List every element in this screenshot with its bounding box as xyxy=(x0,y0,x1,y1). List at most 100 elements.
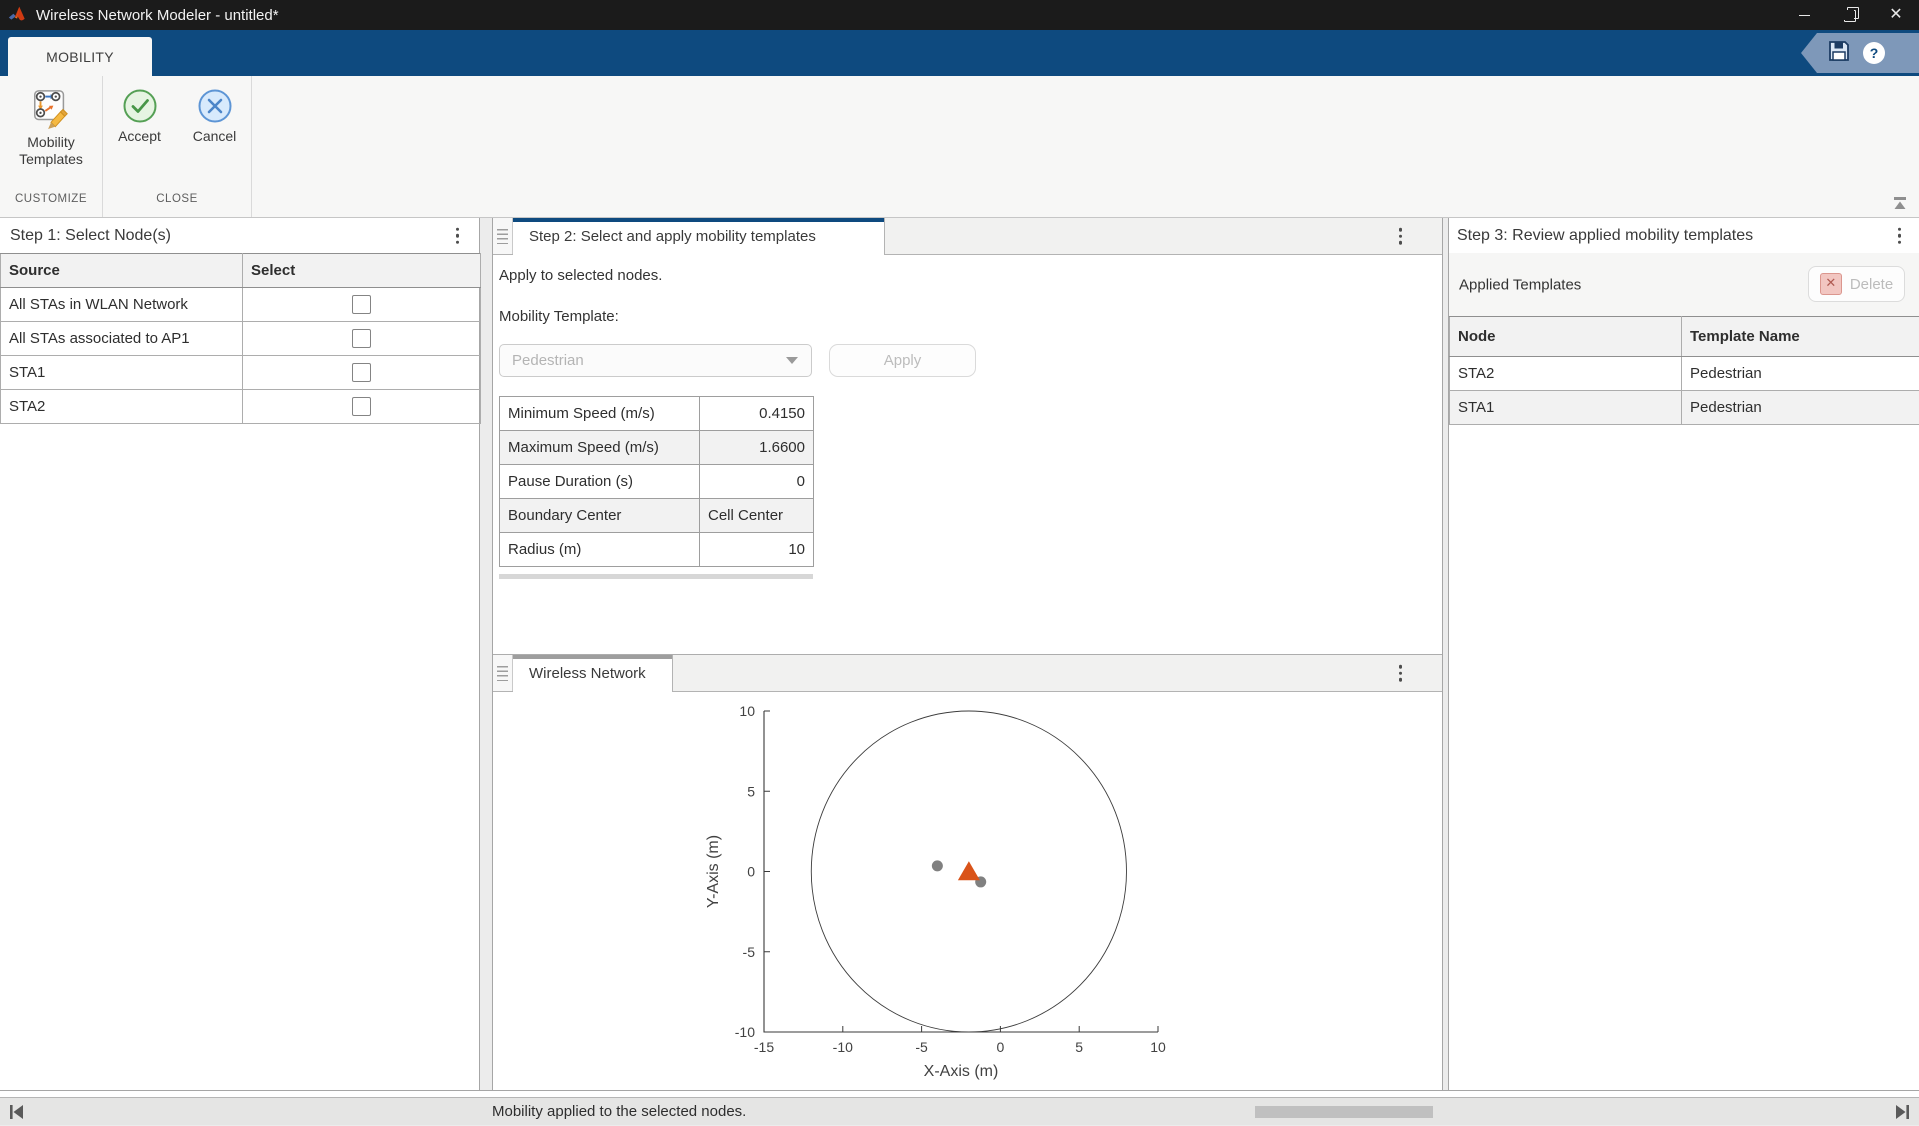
grip-icon xyxy=(497,229,508,244)
tab-step2[interactable]: Step 2: Select and apply mobility templa… xyxy=(513,218,885,255)
step3-title: Step 3: Review applied mobility template… xyxy=(1449,227,1753,245)
inactive-tab-accent xyxy=(513,655,672,659)
mobility-templates-button[interactable]: Mobility Templates xyxy=(5,86,97,170)
tab-step2-label: Step 2: Select and apply mobility templa… xyxy=(529,228,816,245)
step1-node-table: Source Select All STAs in WLAN Network A… xyxy=(0,253,481,424)
status-bar: Mobility applied to the selected nodes. xyxy=(0,1097,1919,1125)
step3-header: Step 3: Review applied mobility template… xyxy=(1449,218,1919,253)
horizontal-scrollbar-thumb[interactable] xyxy=(1255,1106,1433,1118)
accept-label: Accept xyxy=(118,128,161,145)
restore-icon xyxy=(1844,10,1856,22)
save-icon xyxy=(1827,39,1851,63)
skip-end-icon xyxy=(1893,1104,1911,1120)
step1-header: Step 1: Select Node(s) xyxy=(0,218,479,253)
step3-col-template: Template Name xyxy=(1682,317,1919,357)
close-button[interactable]: ✕ xyxy=(1873,0,1919,30)
step3-col-node: Node xyxy=(1450,317,1682,357)
table-resize-grip[interactable] xyxy=(499,574,813,579)
minimize-button[interactable] xyxy=(1781,0,1827,30)
apply-hint: Apply to selected nodes. xyxy=(499,267,662,284)
applied-template-row[interactable]: STA1 Pedestrian xyxy=(1450,391,1919,425)
table-row: All STAs associated to AP1 xyxy=(1,322,481,356)
toolstrip-body: Mobility Templates CUSTOMIZE Accept Canc… xyxy=(0,76,1919,218)
step2-drag-handle[interactable] xyxy=(493,218,513,254)
cancel-x-icon xyxy=(197,88,233,124)
section-customize: CUSTOMIZE xyxy=(0,193,102,217)
applied-templates-bar: Applied Templates ✕ Delete xyxy=(1449,253,1919,316)
delete-x-icon: ✕ xyxy=(1820,273,1842,295)
active-tab-accent xyxy=(513,218,884,222)
svg-text:0: 0 xyxy=(997,1039,1005,1055)
tab-wireless-network[interactable]: Wireless Network xyxy=(513,655,673,692)
step1-menu-button[interactable] xyxy=(452,223,464,248)
save-button[interactable] xyxy=(1827,39,1851,68)
node-source-cell: STA2 xyxy=(1,390,243,424)
property-name: Radius (m) xyxy=(500,533,700,567)
node-source-cell: All STAs associated to AP1 xyxy=(1,322,243,356)
select-checkbox[interactable] xyxy=(352,329,371,348)
network-drag-handle[interactable] xyxy=(493,655,513,691)
mobility-template-dropdown[interactable]: Pedestrian xyxy=(499,344,812,377)
select-checkbox[interactable] xyxy=(352,363,371,382)
step3-menu-button[interactable] xyxy=(1894,223,1906,248)
accept-button[interactable]: Accept xyxy=(103,86,176,147)
close-icon: ✕ xyxy=(1889,7,1902,23)
network-menu-button[interactable] xyxy=(1395,661,1407,686)
template-cell: Pedestrian xyxy=(1682,391,1919,425)
tab-mobility[interactable]: MOBILITY xyxy=(8,37,152,76)
property-value: Cell Center xyxy=(700,499,814,533)
applied-template-row[interactable]: STA2 Pedestrian xyxy=(1450,357,1919,391)
delete-button[interactable]: ✕ Delete xyxy=(1808,266,1905,302)
group-customize: Mobility Templates CUSTOMIZE xyxy=(0,76,103,217)
collapse-toolstrip-button[interactable] xyxy=(1889,195,1911,211)
svg-text:-10: -10 xyxy=(735,1024,755,1040)
workspace: Step 1: Select Node(s) Source Select All… xyxy=(0,218,1919,1090)
step2-menu-button[interactable] xyxy=(1395,224,1407,249)
step2-content: Apply to selected nodes. Mobility Templa… xyxy=(493,255,1442,655)
node-source-cell: All STAs in WLAN Network xyxy=(1,288,243,322)
scroll-to-start-button[interactable] xyxy=(8,1104,26,1120)
property-name: Maximum Speed (m/s) xyxy=(500,431,700,465)
select-checkbox[interactable] xyxy=(352,397,371,416)
tab-wireless-network-label: Wireless Network xyxy=(529,665,646,682)
scroll-to-end-button[interactable] xyxy=(1893,1104,1911,1120)
mobility-template-label: Mobility Template: xyxy=(499,308,619,325)
window-title: Wireless Network Modeler - untitled* xyxy=(36,7,279,24)
dropdown-value: Pedestrian xyxy=(500,352,786,369)
property-value: 0 xyxy=(700,465,814,499)
svg-text:-15: -15 xyxy=(754,1039,774,1055)
applied-templates-label: Applied Templates xyxy=(1459,276,1581,293)
svg-text:5: 5 xyxy=(747,783,755,799)
property-value: 1.6600 xyxy=(700,431,814,465)
svg-text:10: 10 xyxy=(1150,1039,1166,1055)
property-value: 10 xyxy=(700,533,814,567)
skip-start-icon xyxy=(8,1104,26,1120)
step1-col-select: Select xyxy=(243,254,481,288)
svg-text:X-Axis (m): X-Axis (m) xyxy=(924,1063,999,1080)
restore-button[interactable] xyxy=(1827,0,1873,30)
table-row: STA1 xyxy=(1,356,481,390)
cancel-label: Cancel xyxy=(193,128,237,145)
property-value: 0.4150 xyxy=(700,397,814,431)
grip-icon xyxy=(497,666,508,681)
chevron-down-icon xyxy=(786,357,798,364)
help-button[interactable]: ? xyxy=(1863,42,1885,64)
panel-step1: Step 1: Select Node(s) Source Select All… xyxy=(0,218,480,1090)
svg-text:-5: -5 xyxy=(915,1039,928,1055)
svg-text:-5: -5 xyxy=(743,944,756,960)
matlab-logo-icon xyxy=(8,5,28,25)
apply-button[interactable]: Apply xyxy=(829,344,976,377)
section-close: CLOSE xyxy=(103,193,251,217)
node-source-cell: STA1 xyxy=(1,356,243,390)
select-checkbox[interactable] xyxy=(352,295,371,314)
toolstrip-header: MOBILITY ? xyxy=(0,30,1919,76)
network-plot-area: -15-10-50510-10-50510X-Axis (m)Y-Axis (m… xyxy=(493,692,1442,1092)
cancel-button[interactable]: Cancel xyxy=(178,86,251,147)
node-cell: STA1 xyxy=(1450,391,1682,425)
applied-templates-table: Node Template Name STA2 Pedestrian STA1 … xyxy=(1449,316,1919,425)
property-name: Pause Duration (s) xyxy=(500,465,700,499)
mobility-templates-icon xyxy=(30,88,72,130)
collapse-toolstrip-icon xyxy=(1892,197,1908,210)
panel-center: Step 2: Select and apply mobility templa… xyxy=(492,218,1443,1090)
network-tabbar: Wireless Network xyxy=(493,655,1442,692)
